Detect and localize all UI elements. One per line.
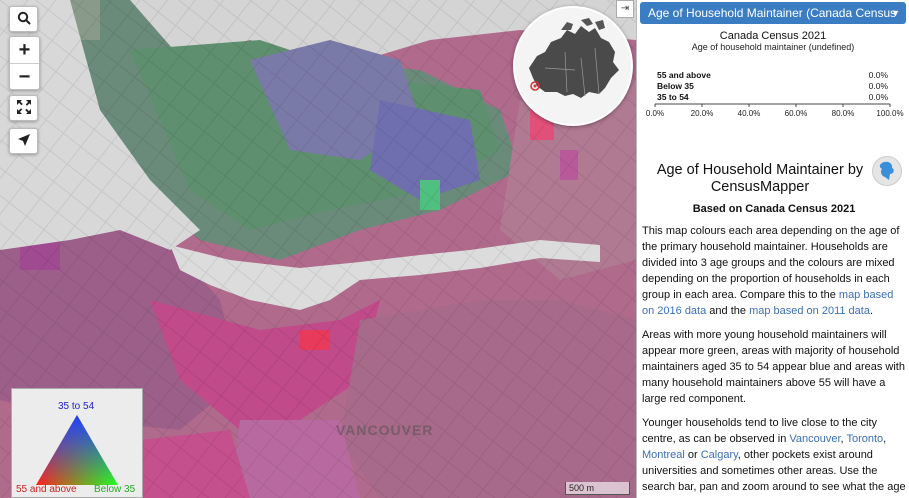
- legend-label-55-and-above: 55 and above: [16, 484, 77, 495]
- description-paragraph-2: Areas with more young household maintain…: [642, 329, 905, 405]
- legend-label-below-35: Below 35: [94, 484, 136, 495]
- chart-category-label: Below 35: [657, 81, 694, 91]
- map-selector-dropdown[interactable]: Age of Household Maintainer (Canada Cens…: [640, 2, 906, 42]
- description-paragraph-3: Younger households tend to live close to…: [642, 417, 906, 498]
- collapse-panel-button[interactable]: ⇥: [616, 0, 634, 18]
- chart-category-label: 35 to 54: [657, 92, 689, 102]
- chevron-down-icon: ▼: [891, 8, 900, 18]
- chart-value-label: 0.0%: [869, 81, 889, 91]
- map-canvas[interactable]: + − ⇥ VANCOUVER 500 m 35 to 54 55 and ab…: [0, 0, 636, 498]
- link-calgary[interactable]: Calgary: [701, 449, 738, 461]
- fullscreen-icon: [16, 97, 31, 120]
- locate-arrow-icon: [17, 130, 31, 153]
- search-button[interactable]: [9, 6, 38, 32]
- panel-subtitle: Based on Canada Census 2021: [692, 203, 856, 215]
- chart-subtitle: Age of household maintainer (undefined): [692, 42, 855, 52]
- scale-bar: 500 m: [565, 482, 630, 495]
- description-paragraph-1: This map colours each area depending on …: [642, 225, 900, 317]
- chart-category-label: 55 and above: [657, 70, 711, 80]
- link-toronto[interactable]: Toronto: [846, 433, 883, 445]
- fullscreen-button[interactable]: [9, 95, 38, 121]
- link-montreal[interactable]: Montreal: [642, 449, 685, 461]
- chart-tick-label: 60.0%: [785, 109, 808, 118]
- chart-tick-label: 40.0%: [738, 109, 761, 118]
- zoom-in-button[interactable]: +: [10, 37, 39, 64]
- zoom-control: + −: [9, 36, 40, 90]
- censusmapper-logo-icon: [872, 156, 902, 186]
- overview-minimap[interactable]: [513, 6, 633, 126]
- chart-tick-label: 100.0%: [876, 109, 903, 118]
- link-map-2011[interactable]: map based on 2011 data: [749, 305, 870, 317]
- chart-tick-label: 0.0%: [646, 109, 664, 118]
- chart-value-label: 0.0%: [869, 92, 889, 102]
- link-vancouver[interactable]: Vancouver: [789, 433, 840, 445]
- panel-title: Age of Household Maintainer by CensusMap…: [656, 162, 864, 195]
- search-icon: [17, 8, 31, 31]
- info-panel: Age of Household Maintainer (Canada Cens…: [636, 0, 909, 498]
- locate-button[interactable]: [9, 128, 38, 154]
- legend-triangle: [36, 415, 118, 485]
- zoom-out-button[interactable]: −: [10, 64, 39, 90]
- census-bar-chart: Canada Census 2021Age of household maint…: [646, 30, 904, 118]
- chart-title: Canada Census 2021: [720, 30, 826, 42]
- chart-tick-label: 80.0%: [832, 109, 855, 118]
- map-description: Age of Household Maintainer by CensusMap…: [642, 154, 906, 498]
- arrow-right-from-bar-icon: ⇥: [620, 3, 630, 14]
- city-label: VANCOUVER: [336, 422, 434, 438]
- chart-value-label: 0.0%: [869, 70, 889, 80]
- canada-outline-map: [529, 18, 619, 98]
- color-triangle-legend: 35 to 54 55 and above Below 35: [11, 388, 143, 498]
- chart-tick-label: 20.0%: [691, 109, 714, 118]
